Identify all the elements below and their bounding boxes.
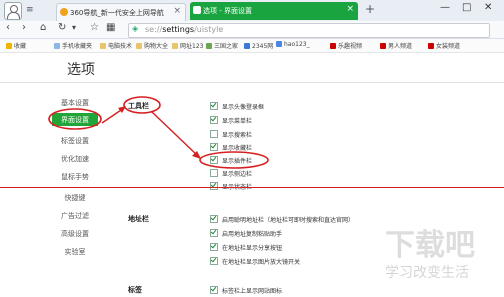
watermark-slogan: 学习改变生活 [385, 265, 469, 281]
annotation-arrow [151, 111, 199, 157]
annotation-circle-plugins [199, 151, 269, 169]
annotation-circle-sidebar [48, 108, 102, 130]
watermark-logo: 下载吧 [385, 228, 475, 263]
annotation-circle-toolbar [123, 96, 161, 114]
